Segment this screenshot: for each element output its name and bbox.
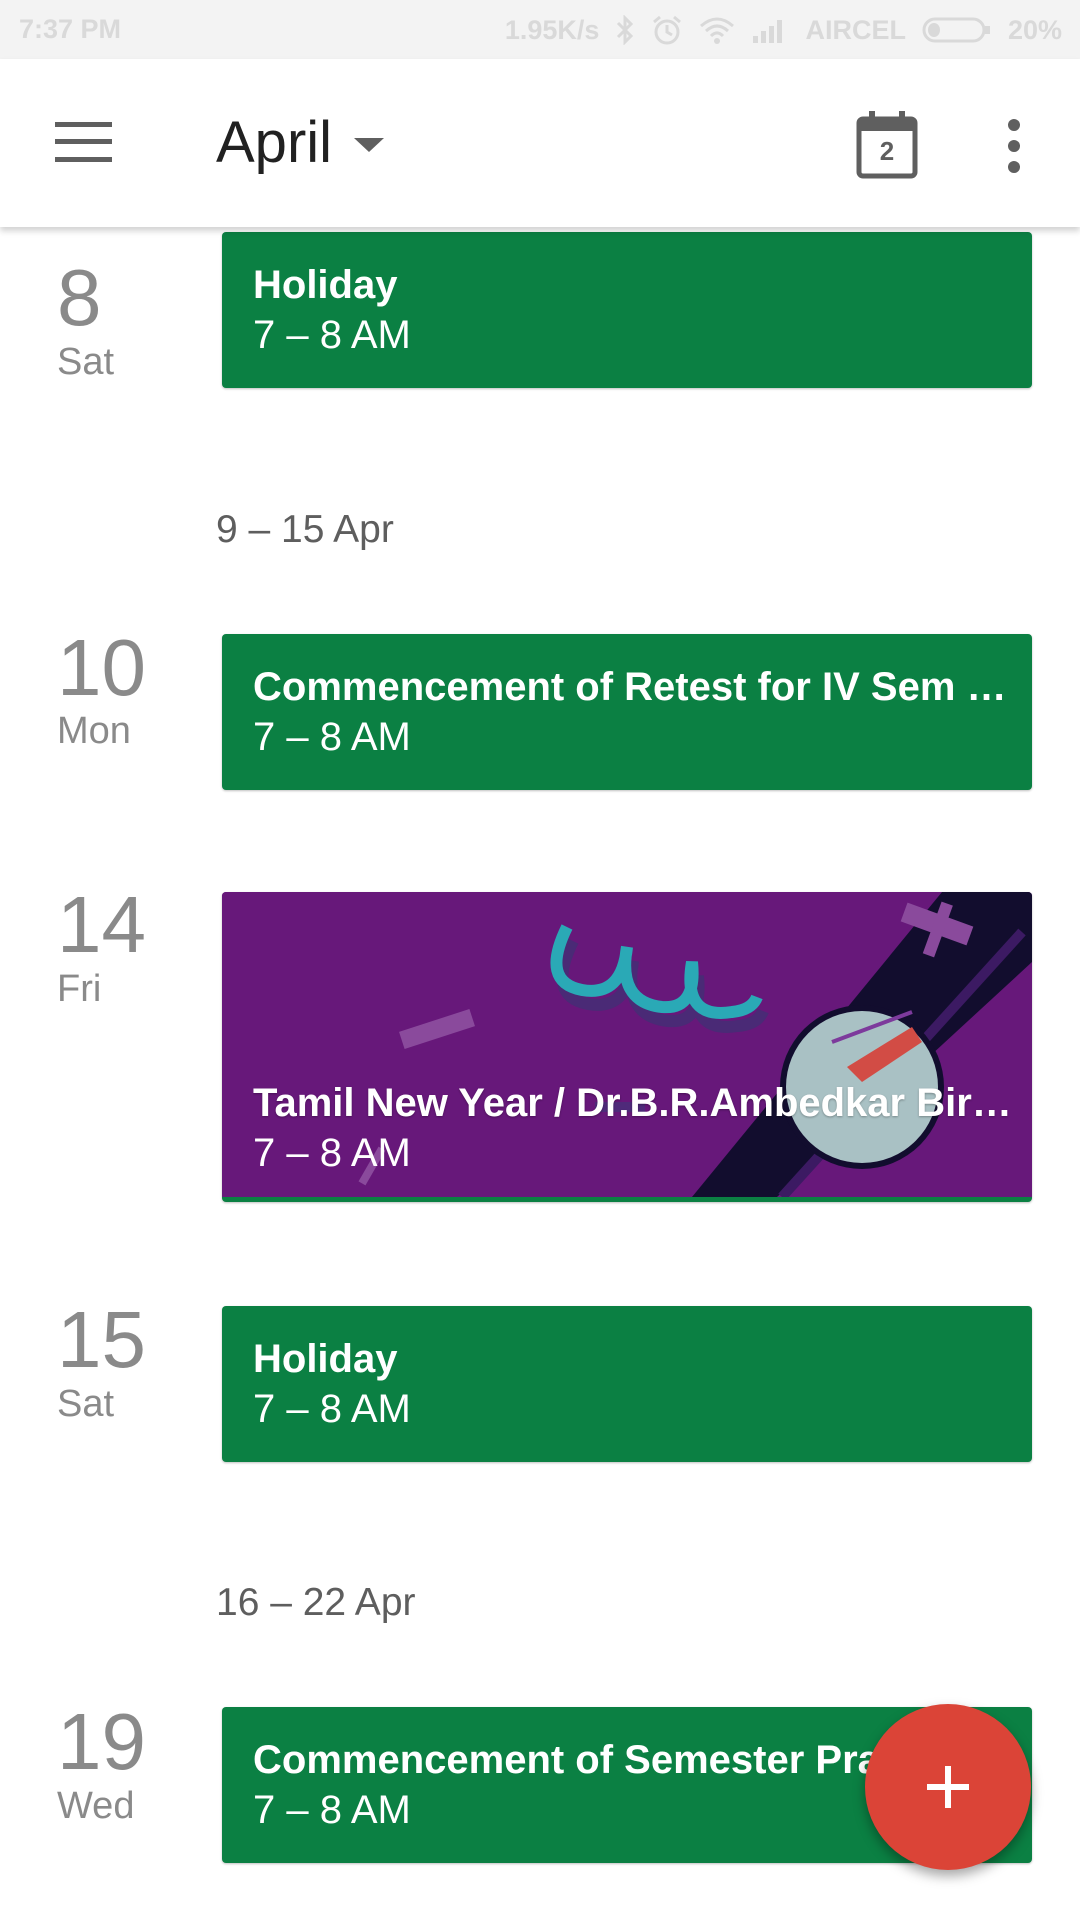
event-title: Commencement of Retest for IV Sem B…: [253, 665, 1022, 709]
today-date-number: 2: [879, 136, 895, 166]
more-vert-icon[interactable]: [1004, 119, 1024, 173]
event-card-illustrated[interactable]: Tamil New Year / Dr.B.R.Ambedkar Birt… 7…: [222, 892, 1032, 1202]
event-card[interactable]: Commencement of Retest for IV Sem B… 7 –…: [222, 634, 1032, 790]
event-card[interactable]: Holiday 7 – 8 AM: [222, 1306, 1032, 1462]
week-range-header: 16 – 22 Apr: [216, 1581, 416, 1624]
event-time: 7 – 8 AM: [253, 1387, 411, 1431]
event-title: Holiday: [253, 263, 398, 307]
menu-icon[interactable]: [55, 122, 112, 162]
add-event-button[interactable]: [865, 1704, 1031, 1870]
day-number: 15: [57, 1295, 146, 1384]
dropdown-arrow-icon: [354, 137, 385, 152]
month-selector[interactable]: April: [216, 109, 385, 176]
today-calendar-icon[interactable]: 2: [856, 109, 918, 179]
day-weekday: Sat: [57, 341, 115, 383]
app-bar: April 2: [0, 59, 1080, 227]
day-number: 8: [57, 253, 102, 342]
day-weekday: Fri: [57, 968, 102, 1010]
event-title: Tamil New Year / Dr.B.R.Ambedkar Birt…: [253, 1081, 1022, 1125]
event-title: Holiday: [253, 1337, 398, 1381]
week-range-header: 9 – 15 Apr: [216, 508, 394, 551]
month-title: April: [216, 110, 333, 175]
event-card[interactable]: Holiday 7 – 8 AM: [222, 232, 1032, 388]
day-weekday: Mon: [57, 710, 131, 752]
event-time: 7 – 8 AM: [253, 715, 411, 759]
day-number: 14: [57, 880, 146, 969]
event-time: 7 – 8 AM: [253, 1788, 411, 1832]
schedule-list[interactable]: 8 Sat Holiday 7 – 8 AM 9 – 15 Apr 10 Mon…: [0, 0, 1080, 1920]
event-time: 7 – 8 AM: [253, 313, 411, 357]
day-weekday: Sat: [57, 1383, 115, 1425]
day-number: 19: [57, 1697, 146, 1786]
day-weekday: Wed: [57, 1785, 135, 1827]
day-number: 10: [57, 623, 146, 712]
event-time: 7 – 8 AM: [253, 1131, 411, 1175]
